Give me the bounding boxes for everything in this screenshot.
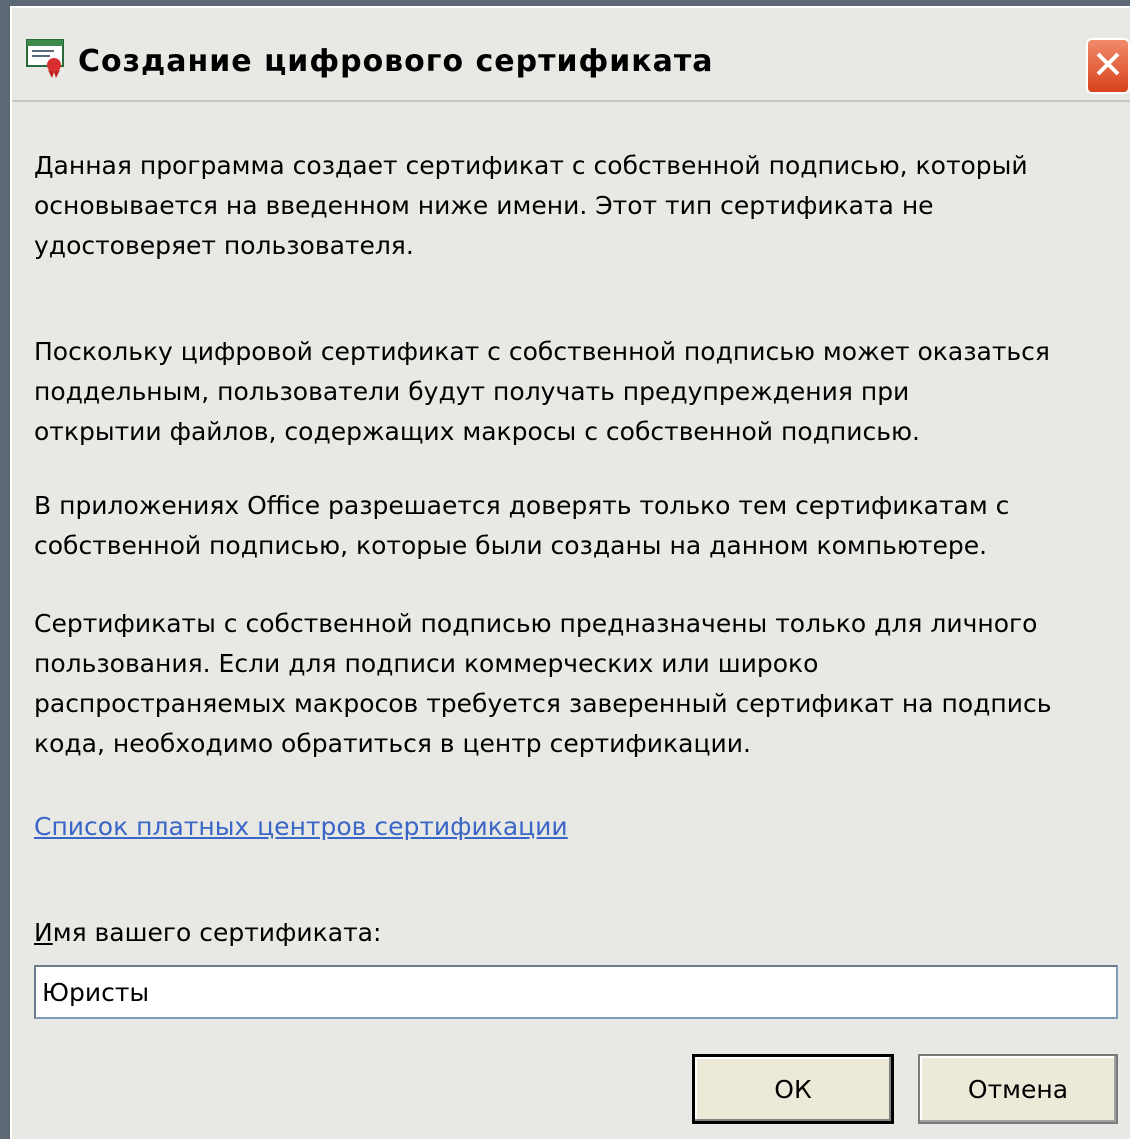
close-icon bbox=[1093, 49, 1123, 83]
certificate-name-label: Имя вашего сертификата: bbox=[34, 918, 381, 947]
description-paragraph-4: Сертификаты с собственной подписью предн… bbox=[34, 609, 1052, 758]
ok-button[interactable]: ОК bbox=[692, 1054, 894, 1124]
title-bar[interactable]: Создание цифрового сертификата bbox=[12, 8, 1130, 102]
label-text: мя вашего сертификата: bbox=[52, 918, 382, 947]
dialog-window: Создание цифрового сертификата Данная пр… bbox=[0, 0, 1130, 1139]
description-paragraph-1: Данная программа создает сертификат с со… bbox=[34, 151, 1028, 260]
certificate-name-input[interactable] bbox=[34, 965, 1118, 1019]
window-title: Создание цифрового сертификата bbox=[78, 44, 714, 79]
description-paragraph-2: Поскольку цифровой сертификат с собствен… bbox=[34, 337, 1050, 446]
paid-ca-list-link[interactable]: Список платных центров сертификации bbox=[34, 812, 568, 841]
certificate-icon bbox=[26, 38, 66, 78]
description-paragraph-3: В приложениях Office разрешается доверят… bbox=[34, 491, 1010, 560]
cancel-button[interactable]: Отмена bbox=[918, 1054, 1118, 1124]
label-accelerator: И bbox=[34, 918, 53, 947]
dialog-body: Создание цифрового сертификата Данная пр… bbox=[10, 6, 1130, 1139]
close-button[interactable] bbox=[1086, 38, 1130, 94]
